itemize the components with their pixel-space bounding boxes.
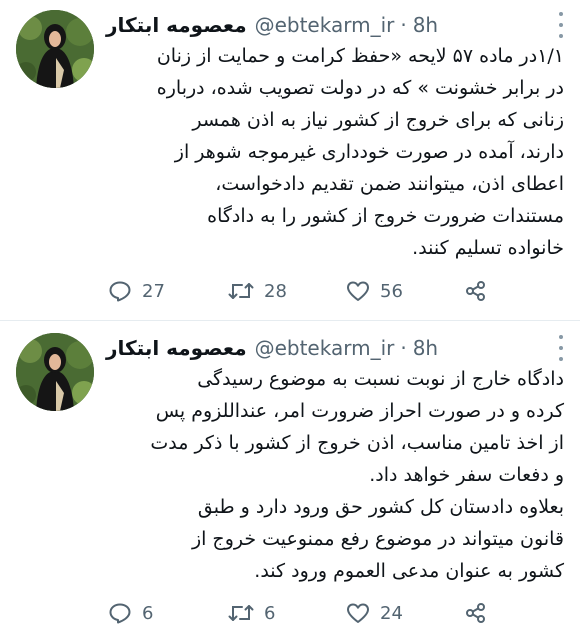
separator-dot: ·	[400, 13, 407, 37]
tweet-text-line: زنانی که برای خروج از کشور نیاز به اذن ه…	[192, 109, 564, 131]
share-button[interactable]	[464, 280, 498, 302]
tweet-text: دادگاه خارج از نوبت نسبت به موضوع رسیدگی…	[104, 363, 564, 587]
share-button[interactable]	[464, 602, 498, 624]
tweet-header: معصومه ابتکار @ebtekarm_ir · 8h	[106, 333, 540, 363]
author-name[interactable]: معصومه ابتکار	[106, 336, 247, 360]
tweet-text-line: کرده و در صورت احراز ضرورت امر، عنداللزو…	[155, 400, 564, 422]
timestamp[interactable]: 8h	[413, 336, 438, 360]
tweet-text-line: ۱/۱در ماده ۵۷ لایحه «حفظ کرامت و حمایت ا…	[156, 45, 564, 67]
retweet-button[interactable]: 28	[228, 280, 346, 302]
retweet-count: 28	[264, 280, 287, 302]
tweet-text-line: دادگاه خارج از نوبت نسبت به موضوع رسیدگی	[197, 368, 564, 390]
reply-button[interactable]: 27	[108, 280, 228, 302]
author-handle[interactable]: @ebtekarm_ir	[255, 336, 395, 360]
avatar[interactable]	[16, 333, 94, 411]
reply-icon	[109, 603, 131, 624]
tweet-text-line: دارند، آمده در صورت خودداری غیرموجه شوهر…	[174, 141, 564, 163]
retweet-button[interactable]: 6	[228, 602, 346, 624]
avatar[interactable]	[16, 10, 94, 88]
reply-button[interactable]: 6	[108, 602, 228, 624]
author-handle[interactable]: @ebtekarm_ir	[255, 13, 395, 37]
reply-count: 27	[142, 280, 165, 302]
share-icon	[466, 281, 485, 301]
tweet-header: معصومه ابتکار @ebtekarm_ir · 8h	[106, 10, 540, 40]
tweet-text-line: و دفعات سفر خواهد داد.	[369, 464, 564, 486]
tweet-text-line: اعطای اذن، میتوانند ضمن تقدیم دادخواست،	[215, 173, 564, 195]
author-name[interactable]: معصومه ابتکار	[106, 13, 247, 37]
like-button[interactable]: 56	[346, 280, 464, 302]
tweet-actions: 27 28 56	[108, 280, 520, 302]
like-count: 24	[380, 602, 403, 624]
like-count: 56	[380, 280, 403, 302]
timestamp[interactable]: 8h	[413, 13, 438, 37]
tweet-text: ۱/۱در ماده ۵۷ لایحه «حفظ کرامت و حمایت ا…	[104, 40, 564, 264]
share-icon	[466, 603, 485, 623]
retweet-icon	[228, 605, 254, 621]
retweet-count: 6	[264, 602, 276, 624]
heart-icon	[347, 281, 369, 301]
tweet[interactable]: معصومه ابتکار @ebtekarm_ir · 8h ۱/۱در ما…	[0, 0, 580, 321]
reply-count: 6	[142, 602, 154, 624]
tweet-text-line: کشور به عنوان مدعی العموم ورود کند.	[254, 560, 564, 582]
tweet-actions: 6 6 24	[108, 602, 520, 624]
tweet-text-line: در برابر خشونت » که در دولت تصویب شده، د…	[156, 77, 564, 99]
more-dots-icon[interactable]	[556, 12, 566, 38]
tweet-text-line: قانون میتواند در موضوع رفع ممنوعیت خروج …	[191, 528, 564, 550]
tweet-text-line: بعلاوه دادستان کل کشور حق ورود دارد و طب…	[197, 496, 564, 518]
more-dots-icon[interactable]	[556, 335, 566, 361]
tweet-text-line: خانواده تسلیم کنند.	[412, 237, 564, 259]
separator-dot: ·	[400, 336, 407, 360]
reply-icon	[109, 281, 131, 302]
tweet-text-line: از اخذ تامین مناسب، اذن خروج از کشور با …	[150, 432, 564, 454]
heart-icon	[347, 603, 369, 623]
like-button[interactable]: 24	[346, 602, 464, 624]
tweet-text-line: مستندات ضرورت خروج از کشور را به دادگاه	[207, 205, 564, 227]
retweet-icon	[228, 283, 254, 299]
tweet[interactable]: معصومه ابتکار @ebtekarm_ir · 8h دادگاه خ…	[0, 321, 580, 640]
